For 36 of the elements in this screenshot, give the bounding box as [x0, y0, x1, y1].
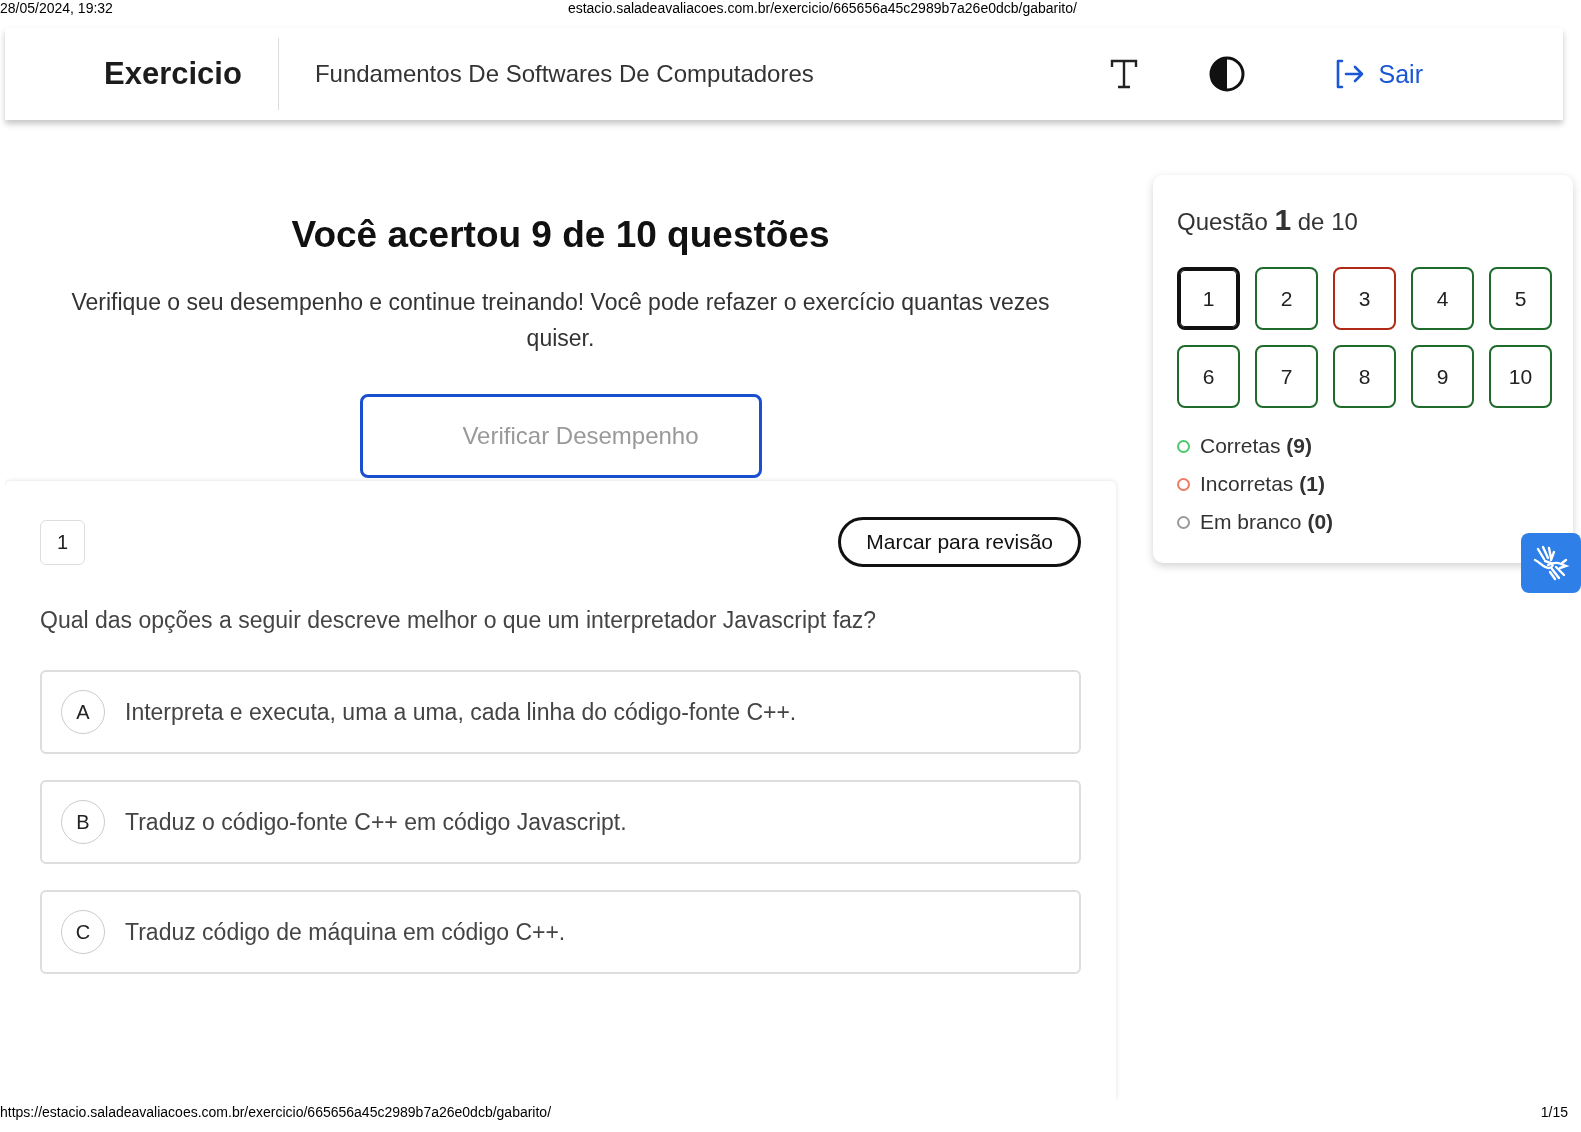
answer-option[interactable]: A Interpreta e executa, uma a uma, cada linha do código-fonte C++.: [40, 670, 1081, 754]
question-text: Qual das opções a seguir descreve melhor o que um interpretador Javascript faz?: [40, 607, 878, 634]
question-button[interactable]: 6: [1177, 345, 1240, 408]
legend-label: Em branco (0): [1200, 510, 1334, 534]
text-size-icon[interactable]: [1108, 58, 1139, 90]
page-url: estacio.saladeavaliacoes.com.br/exercicio/665656a45c2989b7a26e0dcb/gabarito/: [567, 0, 1077, 16]
question-button[interactable]: 5: [1489, 267, 1552, 330]
legend-label: Incorretas (1): [1200, 472, 1325, 496]
result-heading: Você acertou 9 de 10 questões: [291, 214, 830, 256]
question-button[interactable]: 4: [1411, 267, 1474, 330]
question-button[interactable]: 9: [1411, 345, 1474, 408]
question-button[interactable]: 1: [1177, 267, 1240, 330]
mark-for-review-button[interactable]: Marcar para revisão: [838, 517, 1081, 567]
question-counter: Questão 1 de 10: [1177, 203, 1359, 237]
legend-label: Corretas (9): [1200, 434, 1313, 458]
answer-option[interactable]: B Traduz o código-fonte C++ em código Javascript.: [40, 780, 1081, 864]
question-button[interactable]: 3: [1333, 267, 1396, 330]
print-date: 28/05/2024, 19:32: [0, 0, 113, 16]
page-number: 1/15: [1540, 1104, 1568, 1120]
question-number: 1: [40, 519, 85, 565]
contrast-icon[interactable]: [1208, 56, 1245, 92]
sign-language-button[interactable]: [1521, 533, 1581, 593]
page-url: https://estacio.saladeavaliacoes.com.br/exercicio/665656a45c2989b7a26e0dcb/gabarito/: [0, 1104, 552, 1120]
option-text: Traduz o código-fonte C++ em código Javascript.: [125, 808, 627, 836]
logout-button[interactable]: Sair: [1332, 58, 1423, 90]
option-text: Traduz código de máquina em código C++.: [125, 918, 566, 946]
result-message: Verifique o seu desempenho e continue treinando! Você pode refazer o exercício quantas vezes quiser.: [70, 288, 1051, 353]
subject-title: Fundamentos De Softwares De Computadores: [314, 60, 815, 88]
question-button[interactable]: 7: [1255, 345, 1318, 408]
option-text: Interpreta e executa, uma a uma, cada linha do código-fonte C++.: [125, 698, 797, 726]
answer-option[interactable]: C Traduz código de máquina em código C++.: [40, 890, 1081, 974]
hands-icon: [1532, 545, 1570, 581]
question-button[interactable]: 2: [1255, 267, 1318, 330]
page-title: Exercicio: [104, 38, 279, 110]
question-button[interactable]: 8: [1333, 345, 1396, 408]
question-button[interactable]: 10: [1489, 345, 1552, 408]
